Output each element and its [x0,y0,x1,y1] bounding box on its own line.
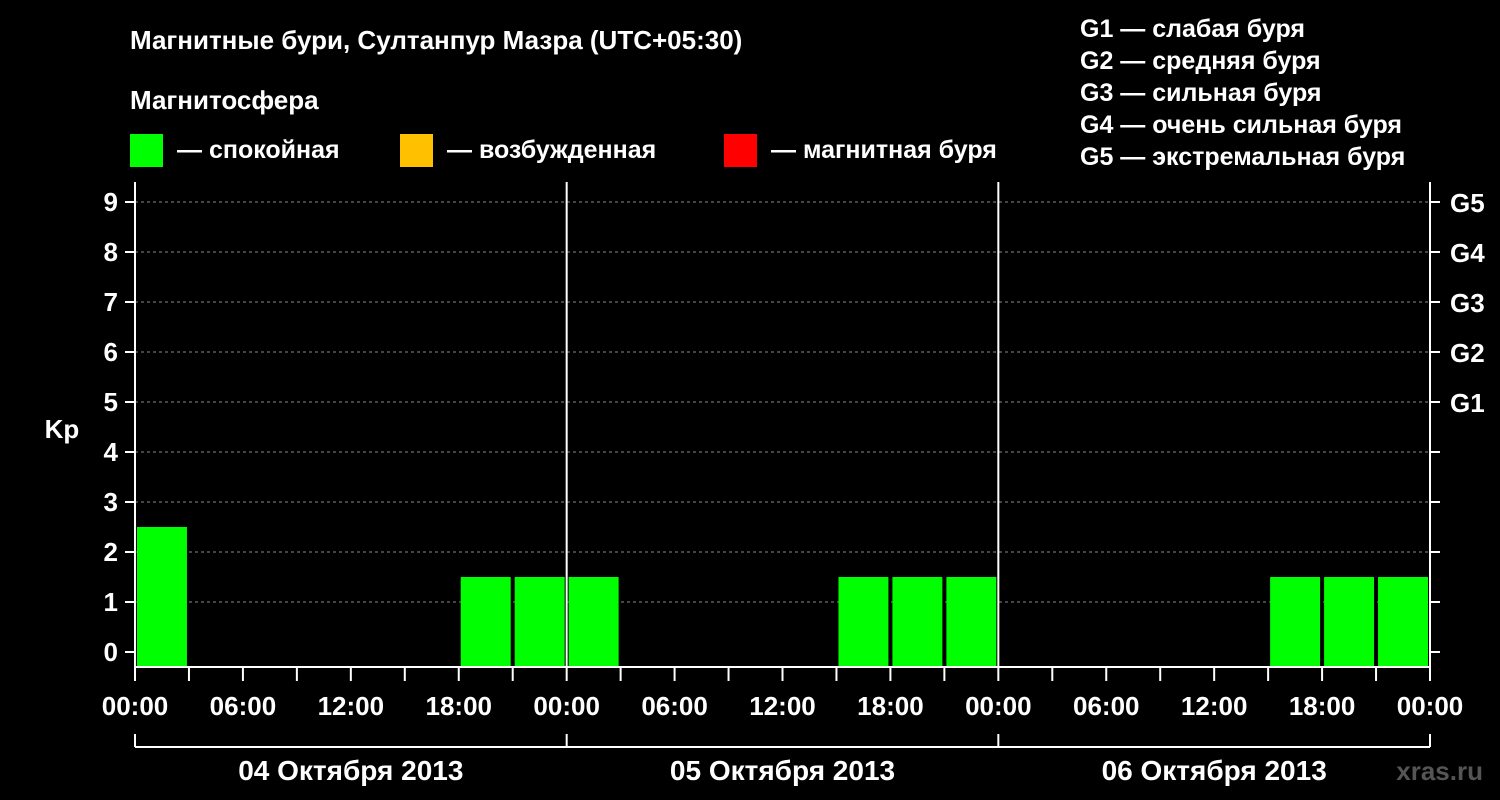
legend-swatch-quiet [130,134,163,167]
y-tick-label: 8 [104,237,118,267]
x-tick-label: 00:00 [965,691,1032,721]
x-tick-label: 06:00 [210,691,277,721]
legend-label-active: — возбужденная [447,136,656,164]
y-tick-label: 2 [104,537,118,567]
g-scale-g1: G1 — слабая буря [1080,15,1305,43]
x-tick-label: 12:00 [318,691,385,721]
bar-day0-h0 [137,527,187,667]
watermark: xras.ru [1396,756,1483,786]
legend-label-storm: — магнитная буря [771,136,997,164]
date-label: 05 Октября 2013 [670,755,895,786]
y-tick-label: 9 [104,187,118,217]
tick-labels: 0 1 2 3 4 5 6 7 8 9 G1 G2 G3 G4 G5 00:00 06:00 12:00 18:00… [102,187,1485,786]
y-tick-label: 0 [104,637,118,667]
bar-day2-h18 [1324,577,1375,667]
g-axis-label: G5 [1450,188,1485,218]
bar-day0-h21 [514,577,565,667]
y-tick-label: 6 [104,337,118,367]
date-label: 06 Октября 2013 [1102,755,1327,786]
bar-day2-h21 [1378,577,1428,667]
legend-swatch-active [400,134,433,167]
g-scale-g3: G3 — сильная буря [1080,79,1322,107]
x-tick-label: 06:00 [641,691,708,721]
legend: — спокойная — возбужденная — магнитная б… [130,134,997,167]
x-tick-label: 06:00 [1073,691,1140,721]
g-axis-label: G1 [1450,388,1485,418]
g-scale-g5: G5 — экстремальная буря [1080,143,1405,171]
bar-day1-h0 [568,577,619,667]
kp-chart: Магнитные бури, Султанпур Мазра (UTC+05:… [45,15,1486,786]
g-scale-g2: G2 — средняя буря [1080,47,1321,75]
g-scale-g4: G4 — очень сильная буря [1080,111,1402,139]
grid-lines [135,201,1430,603]
y-tick-label: 1 [104,587,118,617]
bar-day1-h18 [892,577,943,667]
legend-label-quiet: — спокойная [177,136,340,164]
x-tick-label: 18:00 [426,691,493,721]
bar-day2-h15 [1270,577,1321,667]
g-axis-label: G3 [1450,288,1485,318]
g-axis-label: G4 [1450,238,1485,268]
g-axis-label: G2 [1450,338,1485,368]
bar-day1-h21 [946,577,997,667]
g-scale-legend: G1 — слабая буря G2 — средняя буря G3 — … [1080,15,1405,171]
magnetosphere-label: Магнитосфера [130,85,319,115]
y-axis-label: Kp [45,414,80,444]
bars [137,527,1428,667]
chart-title: Магнитные бури, Султанпур Мазра (UTC+05:… [130,25,742,55]
x-tick-label: 18:00 [1289,691,1356,721]
y-tick-label: 4 [104,437,119,467]
legend-swatch-storm [724,134,757,167]
date-label: 04 Октября 2013 [238,755,463,786]
bar-day1-h15 [838,577,889,667]
bar-day0-h18 [460,577,511,667]
axes [125,182,1440,748]
y-tick-label: 3 [104,487,118,517]
y-tick-label: 7 [104,287,118,317]
x-tick-label: 12:00 [1181,691,1248,721]
x-tick-label: 00:00 [533,691,600,721]
y-tick-label: 5 [104,387,118,417]
x-tick-label: 18:00 [857,691,924,721]
x-tick-label: 00:00 [102,691,169,721]
x-tick-label: 00:00 [1397,691,1464,721]
x-tick-label: 12:00 [749,691,816,721]
